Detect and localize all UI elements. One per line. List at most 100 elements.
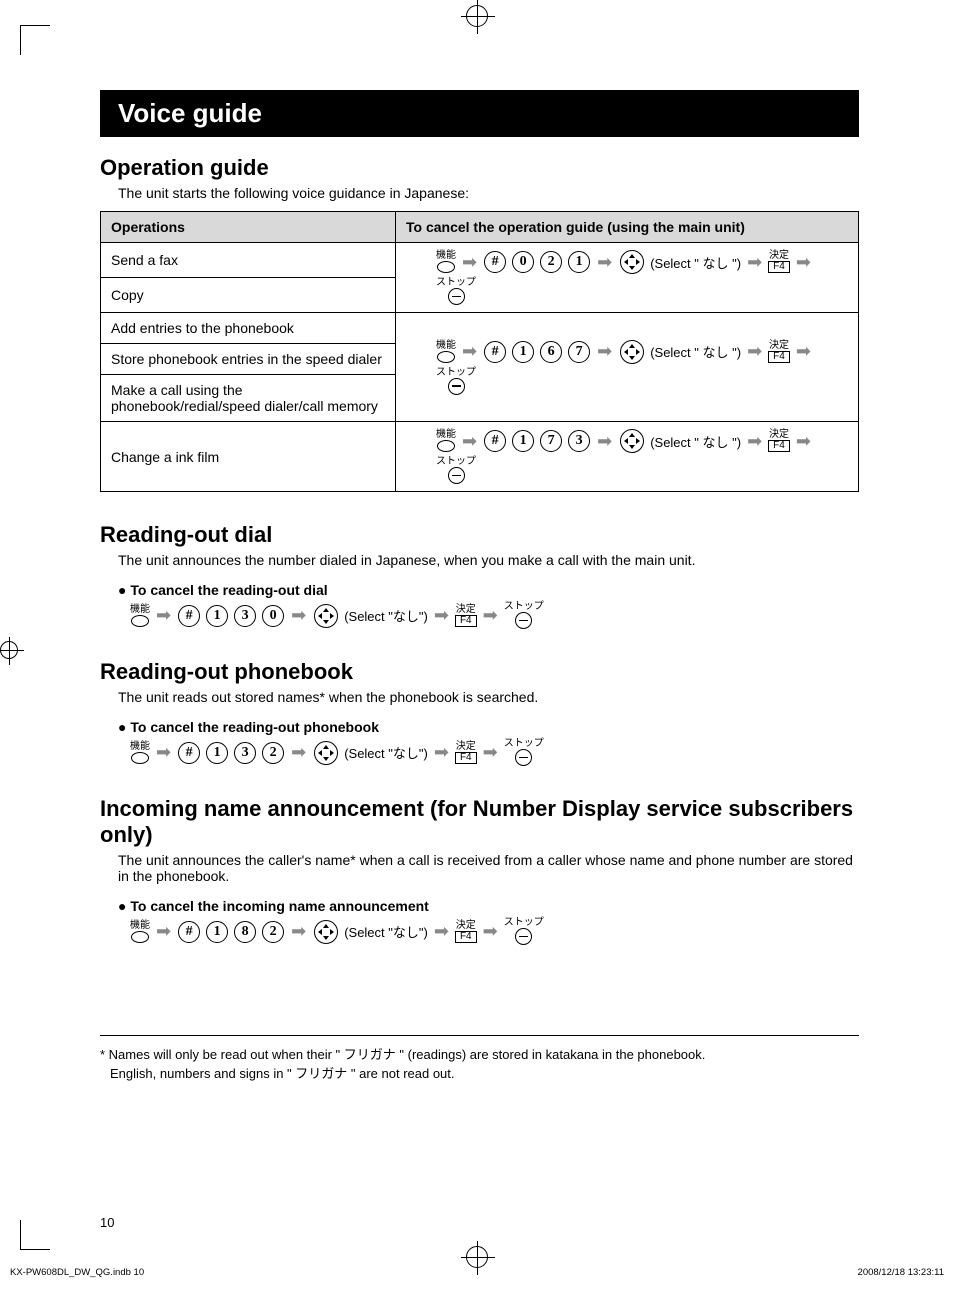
arrow-icon: ➡ (291, 921, 306, 942)
kinou-icon: 機能 (130, 742, 150, 764)
arrow-icon: ➡ (796, 431, 811, 452)
nav-icon (314, 741, 338, 765)
arrow-icon: ➡ (156, 605, 171, 626)
key-digit: 1 (206, 605, 228, 627)
kinou-icon: 機能 (436, 341, 456, 363)
nav-icon (314, 920, 338, 944)
key-digit: 3 (234, 605, 256, 627)
key-digit: 6 (540, 341, 562, 363)
cancel-seq-021: 機能 ➡ # 0 2 1 ➡ (Select " なし ") ➡ 決定F4 ➡ … (396, 243, 859, 313)
operations-table: Operations To cancel the operation guide… (100, 211, 859, 492)
arrow-icon: ➡ (597, 431, 612, 452)
op-add-phonebook: Add entries to the phonebook (101, 313, 396, 344)
kettei-key: 決定F4 (768, 430, 790, 452)
select-text: (Select "なし") (344, 922, 428, 941)
arrow-icon: ➡ (462, 252, 477, 273)
heading-phonebook: Reading-out phonebook (100, 659, 859, 685)
intro-operation-guide: The unit starts the following voice guid… (118, 185, 859, 201)
select-text: (Select " なし ") (650, 253, 741, 272)
th-operations: Operations (101, 212, 396, 243)
key-hash: # (178, 742, 200, 764)
key-digit: 1 (512, 341, 534, 363)
key-digit: 2 (540, 251, 562, 273)
stop-key: ストップ (504, 602, 544, 629)
key-hash: # (484, 341, 506, 363)
arrow-icon: ➡ (462, 431, 477, 452)
kettei-key: 決定F4 (768, 341, 790, 363)
stop-key: ストップ (504, 918, 544, 945)
arrow-icon: ➡ (156, 742, 171, 763)
arrow-icon: ➡ (483, 921, 498, 942)
arrow-icon: ➡ (597, 252, 612, 273)
op-copy: Copy (101, 278, 396, 313)
select-text: (Select " なし ") (650, 432, 741, 451)
arrow-icon: ➡ (483, 742, 498, 763)
key-digit: 1 (512, 430, 534, 452)
th-cancel: To cancel the operation guide (using the… (396, 212, 859, 243)
key-digit: 2 (262, 921, 284, 943)
key-digit: 7 (568, 341, 590, 363)
footnote-line2: English, numbers and signs in " フリガナ " a… (100, 1063, 859, 1082)
kettei-key: 決定F4 (455, 921, 477, 943)
key-hash: # (178, 605, 200, 627)
op-ink-film: Change a ink film (101, 422, 396, 492)
footer-left: KX-PW608DL_DW_QG.indb 10 (10, 1267, 144, 1278)
arrow-icon: ➡ (434, 605, 449, 626)
bullet-dial: To cancel the reading-out dial (118, 582, 859, 598)
op-speed-dialer: Store phonebook entries in the speed dia… (101, 344, 396, 375)
arrow-icon: ➡ (483, 605, 498, 626)
kettei-key: 決定F4 (455, 742, 477, 764)
key-hash: # (484, 251, 506, 273)
arrow-icon: ➡ (597, 341, 612, 362)
key-hash: # (178, 921, 200, 943)
key-digit: 0 (512, 251, 534, 273)
kinou-icon: 機能 (130, 605, 150, 627)
key-digit: 1 (206, 921, 228, 943)
title-bar: Voice guide (100, 90, 859, 137)
op-make-call: Make a call using the phonebook/redial/s… (101, 375, 396, 422)
cancel-seq-167: 機能 ➡ # 1 6 7 ➡ (Select " なし ") ➡ 決定F4 ➡ … (396, 313, 859, 422)
arrow-icon: ➡ (434, 921, 449, 942)
key-digit: 3 (568, 430, 590, 452)
kinou-icon: 機能 (436, 251, 456, 273)
stop-key: ストップ (436, 368, 476, 395)
kettei-key: 決定F4 (455, 605, 477, 627)
footnote: * Names will only be read out when their… (100, 1035, 859, 1082)
stop-key: ストップ (436, 278, 476, 305)
kinou-icon: 機能 (130, 921, 150, 943)
key-digit: 1 (206, 742, 228, 764)
intro-dial: The unit announces the number dialed in … (118, 552, 859, 568)
heading-operation-guide: Operation guide (100, 155, 859, 181)
arrow-icon: ➡ (462, 341, 477, 362)
heading-dial: Reading-out dial (100, 522, 859, 548)
op-send-fax: Send a fax (101, 243, 396, 278)
intro-incoming: The unit announces the caller's name* wh… (118, 852, 859, 884)
arrow-icon: ➡ (291, 742, 306, 763)
bullet-incoming: To cancel the incoming name announcement (118, 898, 859, 914)
heading-incoming: Incoming name announcement (for Number D… (100, 796, 859, 848)
kettei-key: 決定F4 (768, 251, 790, 273)
key-digit: 2 (262, 742, 284, 764)
stop-key: ストップ (504, 739, 544, 766)
page-number: 10 (100, 1215, 114, 1230)
select-text: (Select "なし") (344, 743, 428, 762)
stop-key: ストップ (436, 457, 476, 484)
nav-icon (620, 340, 644, 364)
arrow-icon: ➡ (747, 252, 762, 273)
arrow-icon: ➡ (796, 252, 811, 273)
arrow-icon: ➡ (156, 921, 171, 942)
arrow-icon: ➡ (747, 341, 762, 362)
intro-phonebook: The unit reads out stored names* when th… (118, 689, 859, 705)
footnote-line1: * Names will only be read out when their… (100, 1044, 859, 1063)
nav-icon (620, 250, 644, 274)
nav-icon (314, 604, 338, 628)
key-digit: 8 (234, 921, 256, 943)
select-text: (Select "なし") (344, 606, 428, 625)
footer-right: 2008/12/18 13:23:11 (858, 1267, 944, 1278)
key-hash: # (484, 430, 506, 452)
arrow-icon: ➡ (796, 341, 811, 362)
kinou-icon: 機能 (436, 430, 456, 452)
cancel-seq-173: 機能 ➡ # 1 7 3 ➡ (Select " なし ") ➡ 決定F4 ➡ … (396, 422, 859, 492)
key-digit: 3 (234, 742, 256, 764)
bullet-phonebook: To cancel the reading-out phonebook (118, 719, 859, 735)
